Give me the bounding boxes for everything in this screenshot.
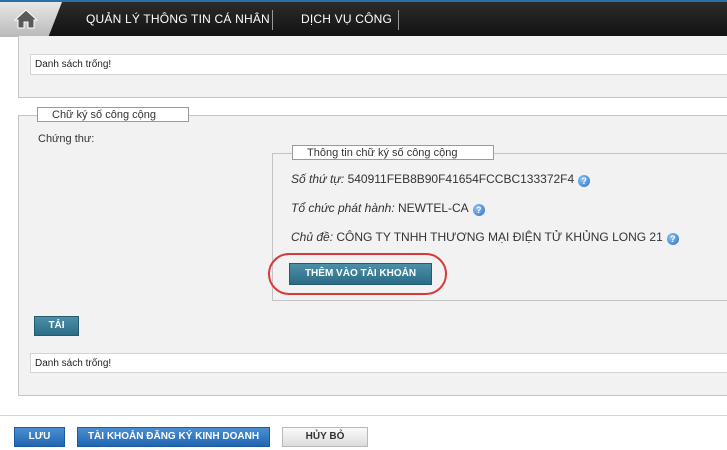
nav-separator [272,10,273,30]
help-icon[interactable]: ? [472,204,485,216]
home-button[interactable] [0,2,62,37]
issuer-label: Tổ chức phát hành: [291,201,395,215]
home-icon [14,9,38,29]
certificate-label: Chứng thư: [38,133,95,145]
issuer-value: NEWTEL-CA [398,201,469,215]
nav-personal-info[interactable]: QUẢN LÝ THÔNG TIN CÁ NHÂN [86,2,270,37]
business-account-button[interactable]: TÀI KHOẢN ĐĂNG KÝ KINH DOANH [77,427,270,447]
bottom-empty-list: Danh sách trống! [30,353,727,373]
save-button[interactable]: LƯU [14,427,65,447]
help-icon[interactable]: ? [666,233,679,245]
public-signature-legend: Chữ ký số công cộng [37,107,189,122]
top-empty-list: Danh sách trống! [30,54,727,75]
subject-value: CÔNG TY TNHH THƯƠNG MẠI ĐIỆN TỬ KHỦNG LO… [336,230,663,244]
top-nav: QUẢN LÝ THÔNG TIN CÁ NHÂN DỊCH VỤ CÔNG [0,0,727,37]
footer-divider [0,415,727,416]
serial-row: Số thứ tự: 540911FEB8B90F41654FCCBC13337… [291,172,591,187]
nav-separator [398,10,399,30]
serial-value: 540911FEB8B90F41654FCCBC133372F4 [347,172,575,186]
serial-label: Số thứ tự: [291,172,345,186]
subject-label: Chủ đề: [291,230,334,244]
cancel-button[interactable]: HỦY BỎ [282,427,368,447]
nav-public-services[interactable]: DỊCH VỤ CÔNG [301,2,392,37]
help-icon[interactable]: ? [578,175,591,187]
highlight-ring [268,253,447,295]
issuer-row: Tổ chức phát hành: NEWTEL-CA? [291,201,485,216]
subject-row: Chủ đề: CÔNG TY TNHH THƯƠNG MẠI ĐIỆN TỬ … [291,230,679,245]
signature-info-legend: Thông tin chữ ký số công cộng [292,145,494,160]
load-button[interactable]: TẢI [34,316,79,336]
